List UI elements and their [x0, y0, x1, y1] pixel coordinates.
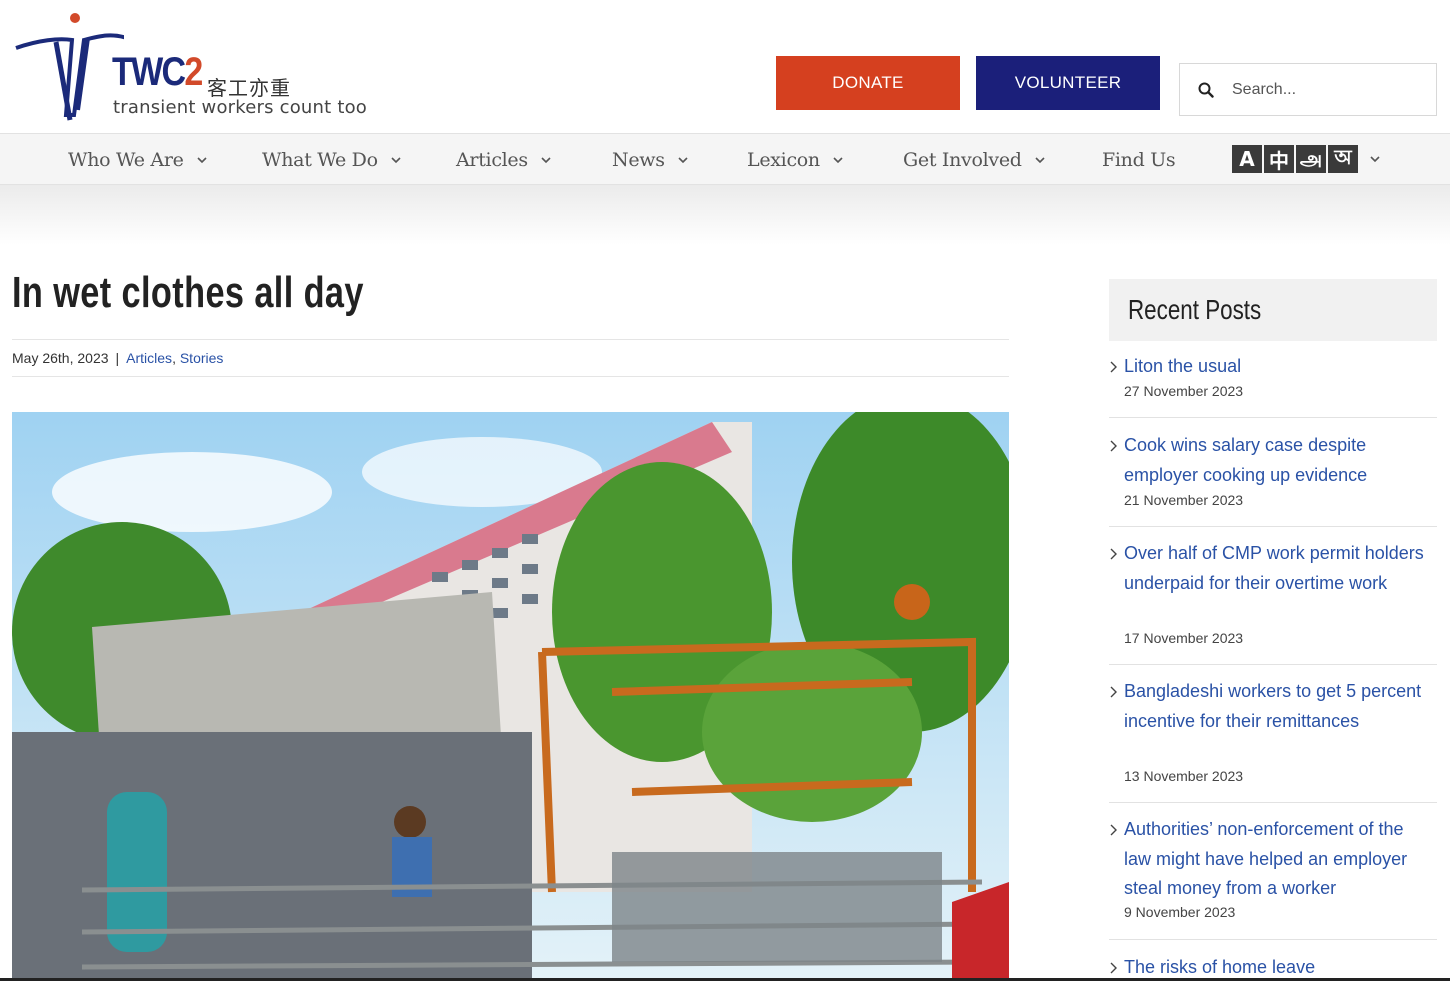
recent-posts-heading: Recent Posts: [1109, 279, 1437, 341]
volunteer-button[interactable]: VOLUNTEER: [976, 56, 1160, 110]
language-glyph: அ: [1296, 145, 1326, 173]
search-box[interactable]: [1179, 63, 1437, 116]
nav-label: Find Us: [1102, 149, 1176, 171]
category-joiner: ,: [172, 350, 176, 366]
meta-separator: |: [115, 350, 120, 366]
nav-label: Get Involved: [903, 149, 1022, 171]
nav-label: Who We Are: [68, 149, 184, 171]
site-header: TWC2 客工亦重 transient workers count too DO…: [0, 0, 1450, 133]
site-logo[interactable]: TWC2 客工亦重 transient workers count too: [14, 10, 374, 125]
header-shadow-band: [0, 185, 1450, 245]
language-switcher[interactable]: A 中 அ অ: [1232, 145, 1358, 173]
recent-post-date: 21 November 2023: [1124, 492, 1244, 508]
chevron-right-icon: [1110, 548, 1117, 560]
category-link-stories[interactable]: Stories: [180, 350, 224, 366]
nav-item-what-we-do[interactable]: What We Do: [262, 134, 402, 186]
recent-post-item[interactable]: The risks of home leave: [1109, 953, 1437, 981]
nav-item-lexicon[interactable]: Lexicon: [747, 134, 844, 186]
nav-item-get-involved[interactable]: Get Involved: [903, 134, 1046, 186]
recent-post-item[interactable]: Bangladeshi workers to get 5 percent inc…: [1109, 677, 1437, 803]
recent-post-link[interactable]: Over half of CMP work permit holders und…: [1124, 539, 1429, 598]
recent-post-link[interactable]: Cook wins salary case despite employer c…: [1124, 431, 1429, 490]
chevron-down-icon: [391, 157, 401, 164]
recent-post-link[interactable]: Liton the usual: [1124, 352, 1429, 382]
article-featured-image: [12, 412, 1009, 981]
main-nav: Who We Are What We Do Articles News Lexi…: [0, 133, 1450, 185]
chevron-down-icon: [833, 157, 843, 164]
chevron-right-icon: [1110, 440, 1117, 452]
recent-post-date: 9 November 2023: [1124, 904, 1236, 920]
nav-item-articles[interactable]: Articles: [456, 134, 552, 186]
language-glyph: অ: [1328, 145, 1358, 173]
chevron-right-icon: [1110, 686, 1117, 698]
logo-brand: TWC2: [112, 50, 203, 95]
nav-label: News: [612, 149, 665, 171]
nav-item-find-us[interactable]: Find Us: [1102, 134, 1176, 186]
chevron-right-icon: [1110, 361, 1117, 373]
language-glyph: A: [1232, 145, 1262, 173]
recent-post-item[interactable]: Cook wins salary case despite employer c…: [1109, 431, 1437, 527]
donate-button[interactable]: DONATE: [776, 56, 960, 110]
recent-post-link[interactable]: The risks of home leave: [1124, 953, 1429, 981]
logo-brand-main: TWC: [112, 50, 186, 94]
recent-post-link[interactable]: Authorities’ non-enforcement of the law …: [1124, 815, 1429, 904]
chevron-down-icon: [196, 157, 207, 164]
nav-item-news[interactable]: News: [612, 134, 689, 186]
recent-post-item[interactable]: Authorities’ non-enforcement of the law …: [1109, 815, 1437, 940]
article-meta: May 26th, 2023 | Articles, Stories: [12, 339, 1009, 377]
chevron-down-icon: [1035, 157, 1045, 164]
recent-posts-title: Recent Posts: [1128, 294, 1262, 325]
logo-figure-icon: [15, 13, 124, 121]
nav-label: Lexicon: [747, 149, 820, 171]
recent-post-item[interactable]: Over half of CMP work permit holders und…: [1109, 539, 1437, 665]
article-title: In wet clothes all day: [12, 268, 364, 317]
logo-brand-number: 2: [184, 50, 203, 94]
language-glyph: 中: [1264, 145, 1294, 173]
recent-post-date: 27 November 2023: [1124, 383, 1244, 399]
chevron-down-icon: [541, 157, 551, 164]
recent-post-date: 13 November 2023: [1124, 768, 1244, 784]
chevron-down-icon[interactable]: [1369, 153, 1381, 165]
category-link-articles[interactable]: Articles: [126, 350, 172, 366]
recent-post-link[interactable]: Bangladeshi workers to get 5 percent inc…: [1124, 677, 1429, 736]
recent-post-date: 17 November 2023: [1124, 630, 1244, 646]
featured-photo-illustration: [12, 412, 1009, 981]
article-date: May 26th, 2023: [12, 350, 109, 366]
nav-item-who-we-are[interactable]: Who We Are: [68, 134, 208, 186]
recent-post-item[interactable]: Liton the usual 27 November 2023: [1109, 352, 1437, 418]
nav-label: Articles: [456, 149, 528, 171]
chevron-down-icon: [678, 157, 688, 164]
chevron-right-icon: [1110, 824, 1117, 836]
logo-tagline: transient workers count too: [113, 97, 368, 118]
search-icon[interactable]: [1180, 82, 1232, 98]
chevron-right-icon: [1110, 962, 1117, 974]
search-input[interactable]: [1232, 80, 1422, 99]
nav-label: What We Do: [262, 149, 378, 171]
